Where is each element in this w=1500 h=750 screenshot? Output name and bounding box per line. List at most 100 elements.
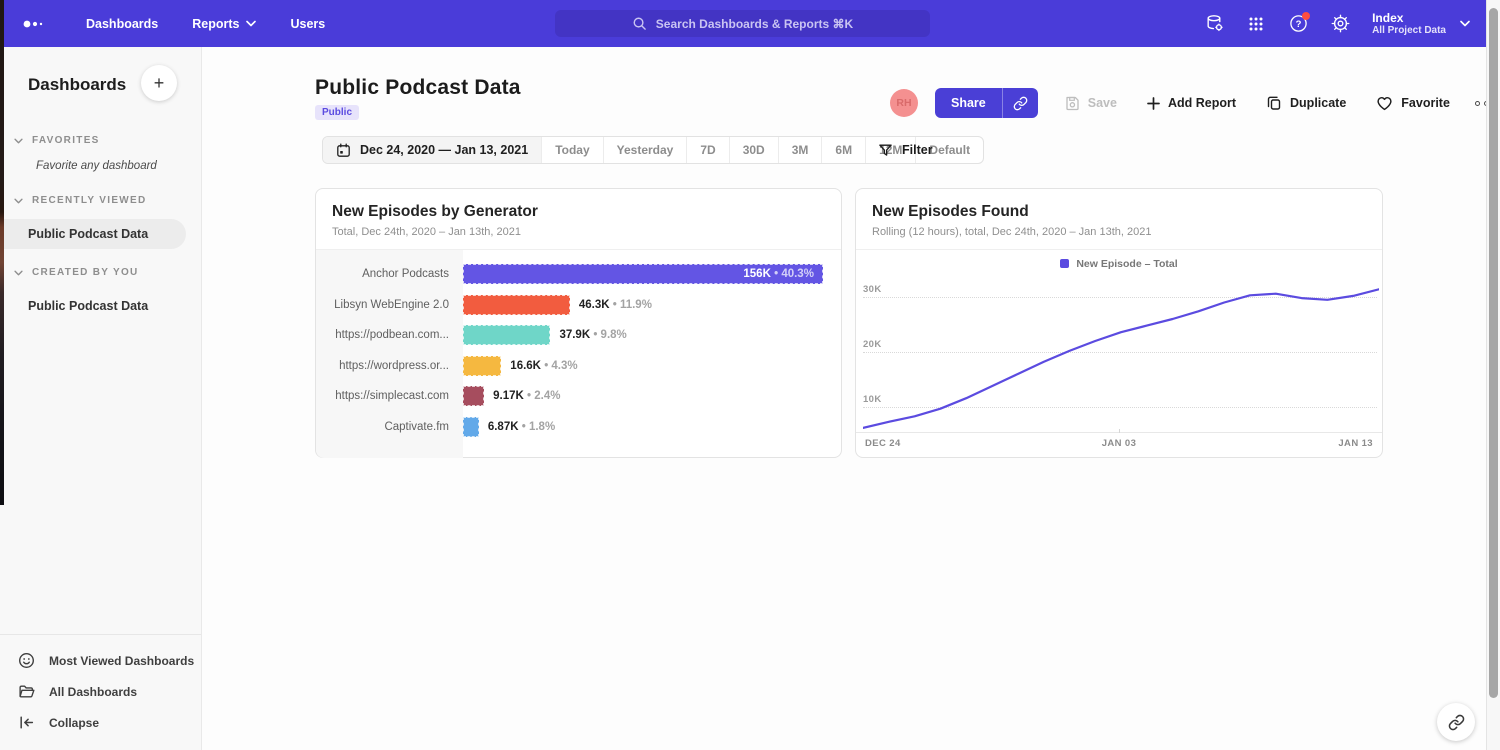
collapse-icon	[18, 714, 35, 731]
chart-title: New Episodes by Generator	[332, 203, 825, 221]
filter-funnel-icon	[878, 143, 893, 158]
bar-value-label: 37.9K • 9.8%	[559, 329, 626, 341]
bar-track: 46.3K • 11.9% 46.3K • 11.9%	[463, 295, 836, 315]
chart-subtitle: Rolling (12 hours), total, Dec 24th, 202…	[872, 226, 1366, 238]
duplicate-label: Duplicate	[1290, 96, 1346, 110]
footer-item-label: All Dashboards	[49, 685, 137, 699]
save-button-label: Save	[1088, 96, 1117, 110]
preset-today[interactable]: Today	[541, 137, 602, 163]
search-input[interactable]: Search Dashboards & Reports ⌘K	[555, 10, 930, 37]
add-dashboard-button[interactable]: +	[141, 65, 177, 101]
bar-podbean[interactable]: 37.9K • 9.8%	[463, 325, 550, 345]
nav-item-dashboards[interactable]: Dashboards	[86, 17, 158, 31]
scrollbar-track	[1486, 0, 1500, 750]
bar-category-label: https://simplecast.com	[316, 390, 463, 402]
bar-libsyn[interactable]: 46.3K • 11.9%	[463, 295, 570, 315]
favorite-button[interactable]: Favorite	[1376, 95, 1450, 111]
gear-icon[interactable]	[1330, 14, 1350, 34]
chevron-down-icon	[14, 138, 23, 144]
duplicate-button[interactable]: Duplicate	[1266, 95, 1346, 111]
nav-item-reports[interactable]: Reports	[192, 17, 256, 31]
bar-row: Anchor Podcasts 156K • 40.3% 156K • 40.3…	[316, 259, 841, 290]
chart-subtitle: Total, Dec 24th, 2020 – Jan 13th, 2021	[332, 226, 825, 238]
filter-button[interactable]: Filter	[878, 136, 933, 164]
line-series[interactable]	[863, 272, 1379, 432]
sidebar: Dashboards + FAVORITES Favorite any dash…	[0, 47, 202, 750]
notification-badge	[1302, 12, 1310, 20]
preset-3m[interactable]: 3M	[778, 137, 822, 163]
bar-simplecast[interactable]: 9.17K • 2.4%	[463, 386, 484, 406]
bar-row: https://podbean.com... 37.9K • 9.8% 37.9…	[316, 320, 841, 351]
most-viewed-dashboards-button[interactable]: Most Viewed Dashboards	[0, 645, 201, 676]
share-button-label[interactable]: Share	[935, 88, 1002, 118]
bar-category-label: Captivate.fm	[316, 421, 463, 433]
search-icon	[632, 16, 647, 31]
project-switcher[interactable]: Index All Project Data	[1372, 11, 1470, 37]
section-recently-viewed[interactable]: RECENTLY VIEWED	[14, 195, 201, 206]
nav-item-label: Reports	[192, 17, 239, 31]
project-name: Index	[1372, 11, 1446, 25]
bar-value-label: 156K • 40.3%	[743, 268, 814, 280]
chart-card-new-episodes-found: New Episodes Found Rolling (12 hours), t…	[855, 188, 1383, 458]
bar-row: https://wordpress.or... 16.6K • 4.3% 16.…	[316, 351, 841, 382]
nav-item-label: Users	[290, 17, 325, 31]
add-report-button[interactable]: Add Report	[1147, 96, 1236, 110]
bar-value-label: 46.3K • 11.9%	[579, 299, 652, 311]
logo-dots-icon	[22, 16, 48, 32]
app-logo-icon[interactable]	[22, 16, 58, 32]
nav-item-label: Dashboards	[86, 17, 158, 31]
main-content: Public Podcast Data Public RH Share Save	[202, 47, 1500, 750]
chevron-down-icon	[14, 198, 23, 204]
bar-category-label: https://wordpress.or...	[316, 360, 463, 372]
chart-card-new-episodes-by-generator: New Episodes by Generator Total, Dec 24t…	[315, 188, 842, 458]
section-favorites[interactable]: FAVORITES	[14, 135, 201, 146]
bar-anchor-podcasts[interactable]: 156K • 40.3%	[463, 264, 823, 284]
bar-track: 6.87K • 1.8% 6.87K • 1.8%	[463, 417, 836, 437]
bar-track: 37.9K • 9.8% 37.9K • 9.8%	[463, 325, 836, 345]
sidebar-item-public-podcast-data-created[interactable]: Public Podcast Data	[0, 291, 201, 321]
line-chart-plot: 30K 20K 10K	[863, 272, 1377, 432]
share-link-button[interactable]	[1002, 88, 1038, 118]
nav-item-users[interactable]: Users	[290, 17, 325, 31]
section-created-by-you[interactable]: CREATED BY YOU	[14, 267, 201, 278]
help-icon[interactable]: ?	[1288, 14, 1308, 34]
scrollbar-thumb[interactable]	[1489, 8, 1498, 698]
filter-label: Filter	[902, 143, 933, 157]
duplicate-icon	[1266, 95, 1282, 111]
copy-link-floating-button[interactable]	[1437, 703, 1475, 741]
bar-category-label: https://podbean.com...	[316, 329, 463, 341]
project-subtitle: All Project Data	[1372, 25, 1446, 37]
sidebar-item-public-podcast-data[interactable]: Public Podcast Data	[0, 219, 186, 249]
calendar-icon	[336, 143, 351, 158]
save-button[interactable]: Save	[1064, 95, 1117, 111]
date-range-picker[interactable]: Dec 24, 2020 — Jan 13, 2021	[323, 137, 541, 163]
sidebar-title: Dashboards	[28, 75, 126, 95]
preset-6m[interactable]: 6M	[821, 137, 865, 163]
preset-7d[interactable]: 7D	[686, 137, 728, 163]
bar-wordpress[interactable]: 16.6K • 4.3%	[463, 356, 501, 376]
x-tick-jan13: JAN 13	[1338, 438, 1373, 449]
favorite-label: Favorite	[1401, 96, 1450, 110]
link-icon	[1448, 714, 1465, 731]
chevron-down-icon	[14, 270, 23, 276]
avatar[interactable]: RH	[890, 89, 918, 117]
x-axis-tick	[1119, 429, 1120, 433]
chart-legend[interactable]: New Episode – Total	[856, 250, 1382, 272]
link-icon	[1013, 96, 1028, 111]
bar-captivate[interactable]: 6.87K • 1.8%	[463, 417, 479, 437]
all-dashboards-button[interactable]: All Dashboards	[0, 676, 201, 707]
chevron-down-icon	[1460, 20, 1470, 27]
data-settings-icon[interactable]	[1204, 14, 1224, 34]
bar-track: 16.6K • 4.3% 16.6K • 4.3%	[463, 356, 836, 376]
plus-icon	[1147, 97, 1160, 110]
preset-30d[interactable]: 30D	[729, 137, 778, 163]
preset-yesterday[interactable]: Yesterday	[603, 137, 687, 163]
footer-item-label: Collapse	[49, 716, 99, 730]
public-badge: Public	[315, 105, 359, 120]
section-label: RECENTLY VIEWED	[32, 195, 147, 206]
save-icon	[1064, 95, 1080, 111]
bar-category-label: Anchor Podcasts	[316, 268, 463, 280]
app-grid-icon[interactable]	[1246, 14, 1266, 34]
share-button[interactable]: Share	[935, 88, 1038, 118]
collapse-sidebar-button[interactable]: Collapse	[0, 707, 201, 738]
